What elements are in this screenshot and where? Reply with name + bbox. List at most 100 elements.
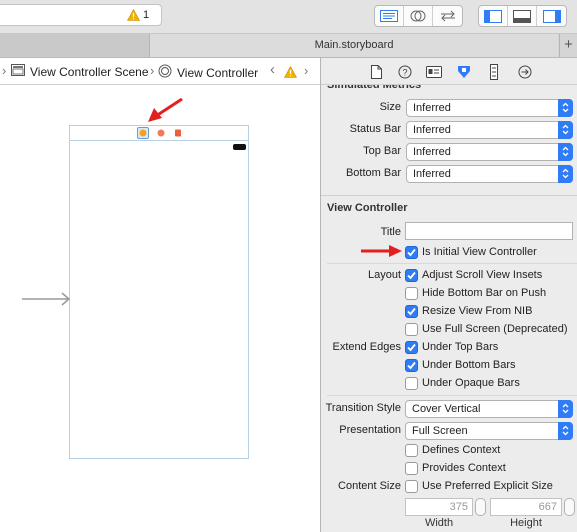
connections-inspector-icon[interactable]: [517, 64, 533, 80]
provides-context-label: Provides Context: [422, 462, 506, 474]
inactive-tab[interactable]: [0, 34, 150, 57]
top-bar-popup[interactable]: Inferred: [406, 143, 573, 161]
layout-label: Layout: [367, 269, 401, 281]
attributes-inspector: ? Simulated Metrics ?: [321, 58, 577, 532]
initial-view-controller-arrow-icon: [22, 292, 70, 306]
assistant-editor-button[interactable]: [404, 6, 433, 26]
under-bottom-bars-label: Under Bottom Bars: [422, 359, 516, 371]
status-bar-popup[interactable]: Inferred: [406, 121, 573, 139]
file-inspector-icon[interactable]: [368, 64, 384, 80]
is-initial-view-controller-label: Is Initial View Controller: [422, 246, 537, 258]
breadcrumb-label: View Controller: [177, 65, 259, 80]
inspector-tab-bar-overlay: ?: [321, 58, 577, 85]
is-initial-view-controller-checkbox[interactable]: [405, 246, 418, 259]
use-full-screen-label: Use Full Screen (Deprecated): [422, 323, 568, 335]
utilities-toggle-button[interactable]: [537, 6, 566, 26]
size-popup[interactable]: Inferred: [406, 99, 573, 117]
battery-icon: [233, 144, 246, 150]
storyboard-canvas[interactable]: [0, 86, 321, 532]
under-opaque-bars-label: Under Opaque Bars: [422, 377, 520, 389]
popup-chevron-icon: [558, 165, 573, 183]
bottom-bar-label: Bottom Bar: [345, 167, 401, 179]
extend-edges-label: Extend Edges: [332, 341, 402, 353]
adjust-scroll-view-insets-checkbox[interactable]: [405, 269, 418, 282]
popup-chevron-icon: [558, 99, 573, 117]
provides-context-checkbox[interactable]: [405, 462, 418, 475]
breadcrumb-separator: ›: [2, 63, 7, 78]
issue-warning-icon[interactable]: [284, 66, 297, 78]
status-bar-value: Inferred: [413, 124, 451, 136]
tab-main-storyboard[interactable]: Main.storyboard: [150, 34, 558, 57]
jump-forward-button[interactable]: ›: [304, 63, 308, 78]
subsection-divider: [327, 263, 577, 264]
activity-viewer[interactable]: 1: [0, 4, 162, 26]
view-toggle-segmented-control: [478, 5, 567, 27]
bottom-bar-popup[interactable]: Inferred: [406, 165, 573, 183]
right-panel-icon: [542, 9, 561, 23]
use-full-screen-checkbox[interactable]: [405, 323, 418, 336]
scene-dock: [70, 126, 248, 141]
use-preferred-explicit-size-checkbox[interactable]: [405, 480, 418, 493]
attributes-inspector-icon[interactable]: [456, 64, 472, 80]
title-field[interactable]: [405, 222, 573, 240]
exit-icon[interactable]: [173, 128, 183, 138]
presentation-label: Presentation: [339, 424, 401, 436]
annotation-arrow-icon: [148, 97, 183, 122]
status-bar-label: Status Bar: [349, 123, 401, 135]
scene-icon: [11, 64, 25, 79]
presentation-value: Full Screen: [412, 425, 468, 437]
size-inspector-icon[interactable]: [486, 64, 502, 80]
breadcrumb-separator: ›: [150, 63, 155, 78]
breadcrumb-item-scene[interactable]: View Controller Scene: [11, 64, 149, 79]
transition-style-value: Cover Vertical: [412, 403, 481, 415]
content-size-label: Content Size: [338, 480, 401, 492]
debug-area-toggle-button[interactable]: [508, 6, 537, 26]
defines-context-checkbox[interactable]: [405, 444, 418, 457]
breadcrumb-item-view-controller[interactable]: View Controller: [158, 64, 258, 81]
popup-chevron-icon: [558, 143, 573, 161]
size-label: Size: [379, 101, 401, 113]
under-bottom-bars-checkbox[interactable]: [405, 359, 418, 372]
height-label: Height: [510, 517, 542, 529]
jump-bar: › View Controller Scene › View Controlle…: [0, 58, 321, 85]
width-field[interactable]: 375: [405, 498, 473, 516]
title-label: Title: [380, 226, 401, 238]
quick-help-icon[interactable]: ?: [397, 64, 413, 80]
warning-icon: [127, 9, 140, 21]
svg-text:?: ?: [402, 68, 407, 78]
left-panel-icon: [484, 9, 502, 23]
view-controller-scene[interactable]: [69, 125, 249, 459]
height-stepper[interactable]: [564, 498, 575, 516]
under-opaque-bars-checkbox[interactable]: [405, 377, 418, 390]
assistant-editor-icon: [410, 10, 426, 22]
section-divider: [321, 195, 577, 196]
navigator-toggle-button[interactable]: [479, 6, 508, 26]
standard-editor-button[interactable]: [375, 6, 404, 26]
under-top-bars-checkbox[interactable]: [405, 341, 418, 354]
bottom-panel-icon: [513, 9, 531, 23]
add-tab-button[interactable]: +: [559, 34, 577, 57]
subsection-divider: [327, 395, 577, 396]
transition-style-popup[interactable]: Cover Vertical: [405, 400, 573, 418]
view-controller-icon[interactable]: [137, 127, 149, 139]
hide-bottom-bar-on-push-checkbox[interactable]: [405, 287, 418, 300]
bottom-bar-value: Inferred: [413, 168, 451, 180]
version-editor-button[interactable]: [433, 6, 462, 26]
resize-view-from-nib-checkbox[interactable]: [405, 305, 418, 318]
top-bar-value: Inferred: [413, 146, 451, 158]
main-toolbar: 1: [0, 0, 577, 34]
breadcrumb-label: View Controller Scene: [30, 64, 149, 79]
view-controller-icon: [158, 64, 172, 81]
presentation-popup[interactable]: Full Screen: [405, 422, 573, 440]
popup-chevron-icon: [558, 422, 573, 440]
width-stepper[interactable]: [475, 498, 486, 516]
identity-inspector-icon[interactable]: [426, 64, 442, 80]
height-field[interactable]: 667: [490, 498, 562, 516]
use-preferred-explicit-size-label: Use Preferred Explicit Size: [422, 480, 553, 492]
version-editor-icon: [440, 10, 455, 22]
popup-chevron-icon: [558, 400, 573, 418]
standard-editor-icon: [380, 10, 398, 22]
transition-style-label: Transition Style: [325, 402, 401, 414]
first-responder-icon[interactable]: [156, 128, 166, 138]
jump-back-button[interactable]: ‹: [270, 61, 275, 78]
